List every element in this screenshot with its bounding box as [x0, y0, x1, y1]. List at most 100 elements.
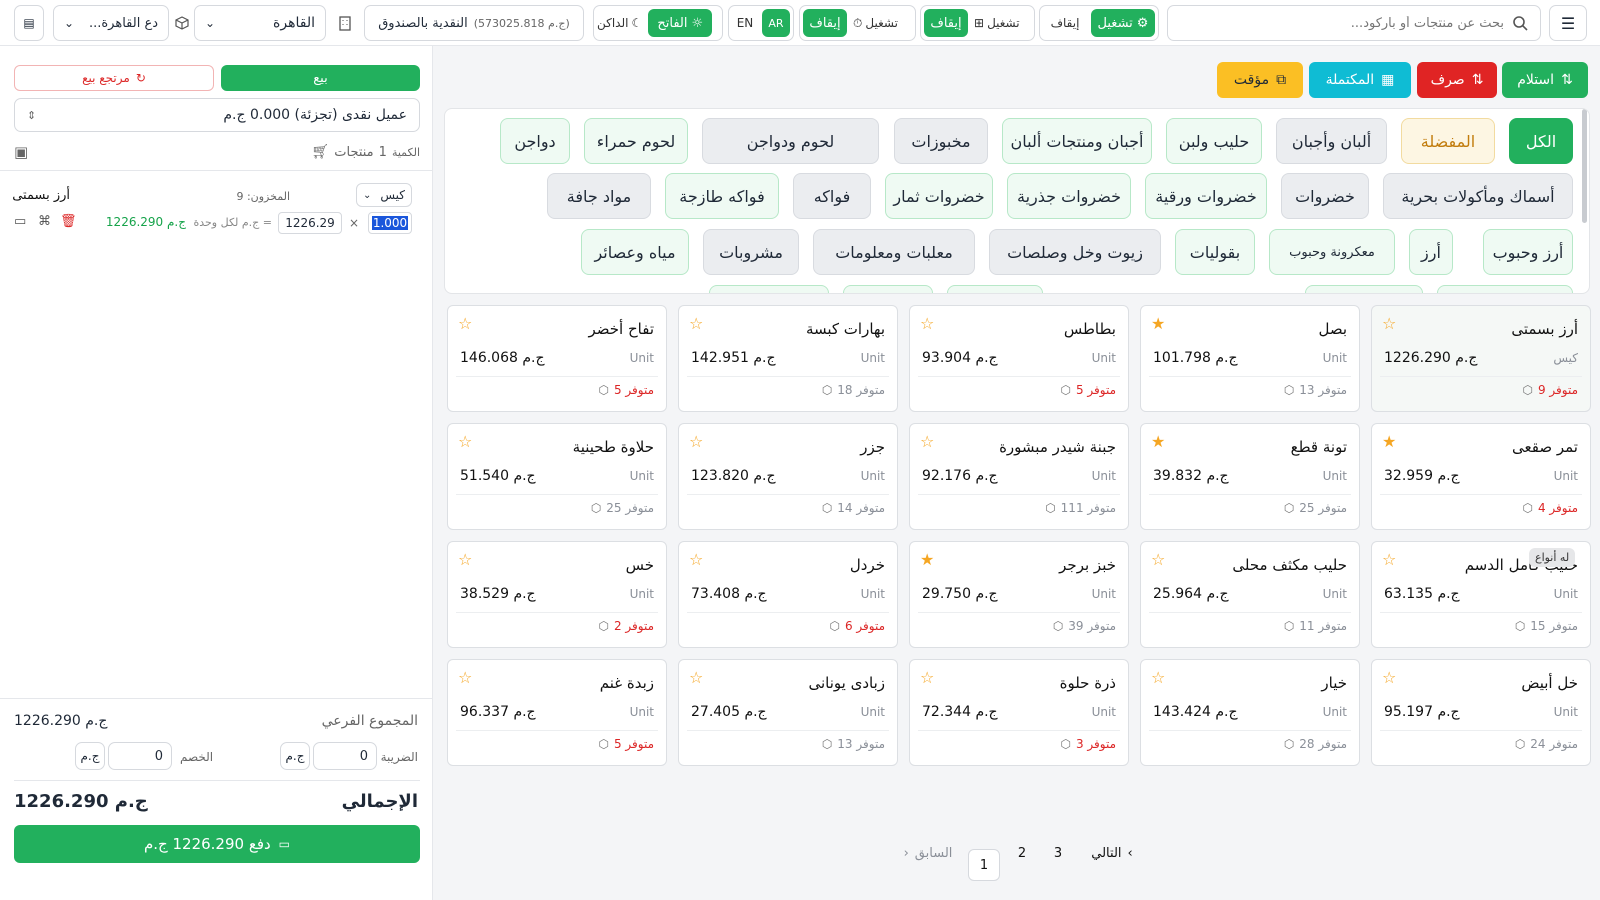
category-chip[interactable]: دواجن [500, 118, 570, 164]
category-chip[interactable]: خضروات جذرية [1007, 173, 1131, 219]
toggle1-on[interactable]: تشغيل ⚙ [1091, 9, 1155, 37]
category-chip[interactable]: بقوليات [1175, 229, 1255, 275]
star-filled-icon[interactable]: ★ [1151, 432, 1165, 451]
note-icon[interactable]: ▭ [14, 214, 26, 229]
star-outline-icon[interactable]: ☆ [689, 432, 703, 451]
product-card[interactable]: بطاطس ☆ Unit 93.904 ج.م ⬡ 5 متوفر [909, 305, 1129, 412]
product-card[interactable]: حليب مكثف محلى ☆ Unit 25.964 ج.م ⬡ 11 متوفر [1140, 541, 1360, 648]
toggle3-on[interactable]: ⏱ تشغيل [853, 16, 898, 31]
product-card[interactable]: خل أبيض ☆ Unit 95.197 ج.م ⬡ 24 متوفر [1371, 659, 1591, 766]
category-chip[interactable] [1437, 285, 1573, 293]
toggle1-off[interactable]: إيقاف [1043, 16, 1087, 30]
delete-icon[interactable]: 🗑︎ [60, 214, 77, 229]
star-filled-icon[interactable]: ★ [920, 550, 934, 569]
lang-ar[interactable]: AR [762, 9, 790, 37]
temp-button[interactable]: مؤقت ⧉ [1217, 62, 1303, 98]
product-card[interactable]: حلاوة طحينية ☆ Unit 51.540 ج.م ⬡ 25 متوفر [447, 423, 667, 530]
return-tab[interactable]: مرتجع بيع ↻ [14, 65, 214, 91]
category-chip[interactable]: لحوم حمراء [584, 118, 688, 164]
product-card[interactable]: بهارات كبسة ☆ Unit 142.951 ج.م ⬡ 18 متوفر [678, 305, 898, 412]
product-card[interactable]: جبنة شيدر مبشورة ☆ Unit 92.176 ج.م ⬡ 111 متوف… [909, 423, 1129, 530]
save-icon[interactable]: ▣ [14, 143, 28, 161]
product-card[interactable]: خيار ☆ Unit 143.424 ج.م ⬡ 28 متوفر [1140, 659, 1360, 766]
star-outline-icon[interactable]: ☆ [458, 668, 472, 687]
category-chip[interactable]: فواكه [793, 173, 871, 219]
category-chip[interactable]: أجبان ومنتجات ألبان [1002, 118, 1152, 164]
category-chip[interactable]: معلبات ومعلومات [813, 229, 975, 275]
category-chip[interactable]: حليب ولبن [1166, 118, 1262, 164]
star-filled-icon[interactable]: ★ [1382, 432, 1396, 451]
star-outline-icon[interactable]: ☆ [458, 314, 472, 333]
discount-input[interactable]: 0 [108, 742, 172, 770]
product-card[interactable]: خس ☆ Unit 38.529 ج.م ⬡ 2 متوفر [447, 541, 667, 648]
category-chip[interactable]: المفضلة [1401, 118, 1495, 164]
search-input[interactable] [1184, 15, 1504, 31]
lang-en[interactable]: EN [732, 16, 758, 30]
theme-dark[interactable]: الداكن ☾ [597, 16, 642, 30]
calculator-button[interactable]: ▤ [14, 5, 44, 41]
category-chip[interactable] [843, 285, 933, 293]
category-scrollbar[interactable] [1582, 109, 1587, 223]
star-outline-icon[interactable]: ☆ [1382, 550, 1396, 569]
category-chip[interactable]: مواد جافة [547, 173, 651, 219]
branch-select[interactable]: ⌄ القاهرة [194, 5, 326, 41]
page-3[interactable]: 3 [1048, 846, 1068, 861]
receive-button[interactable]: استلام ⇅ [1502, 62, 1588, 98]
star-filled-icon[interactable]: ★ [1151, 314, 1165, 333]
pagination-prev[interactable]: › السابق [898, 846, 958, 861]
warehouse-select[interactable]: ⌄ ...دع القاهرة [53, 5, 169, 41]
qty-input[interactable]: 1.000 [368, 212, 412, 234]
discount-currency-select[interactable]: ج.م [75, 742, 105, 770]
category-chip[interactable]: معكرونة وحبوب [1269, 229, 1395, 275]
category-chip[interactable]: الكل [1509, 118, 1573, 164]
product-card[interactable]: أرز بسمتى ☆ كيس 1226.290 ج.م ⬡ 9 متوفر [1371, 305, 1591, 412]
category-chip[interactable]: مخبوزات [894, 118, 988, 164]
category-chip[interactable] [709, 285, 829, 293]
toggle2-on[interactable]: ⊞ تشغيل [974, 16, 1020, 30]
star-outline-icon[interactable]: ☆ [1151, 550, 1165, 569]
theme-light[interactable]: الفاتح ☼ [648, 9, 713, 37]
star-outline-icon[interactable]: ☆ [689, 668, 703, 687]
star-outline-icon[interactable]: ☆ [689, 314, 703, 333]
category-chip[interactable]: لحوم ودواجن [702, 118, 879, 164]
star-outline-icon[interactable]: ☆ [920, 432, 934, 451]
gift-icon[interactable]: ⌘ [38, 214, 51, 229]
product-card[interactable]: تفاح أخضر ☆ Unit 146.068 ج.م ⬡ 5 متوفر [447, 305, 667, 412]
pagination-next[interactable]: التالي ‹ [1087, 846, 1137, 861]
category-chip[interactable]: خضروات ورقية [1145, 173, 1267, 219]
product-card[interactable]: تونة قطع ★ Unit 39.832 ج.م ⬡ 25 متوفر [1140, 423, 1360, 530]
toggle2-off[interactable]: إيقاف [924, 9, 968, 37]
category-chip[interactable]: أرز وحبوب [1483, 229, 1573, 275]
spend-button[interactable]: صرف ⇅ [1417, 62, 1497, 98]
tax-currency-select[interactable]: ج.م [280, 742, 310, 770]
product-card[interactable]: زبادى يونانى ☆ Unit 27.405 ج.م ⬡ 13 متوفر [678, 659, 898, 766]
category-chip[interactable] [1305, 285, 1423, 293]
pay-button[interactable]: دفع 1226.290 ج.م ▭ [14, 825, 420, 863]
page-1-current[interactable]: 1 [968, 849, 1000, 881]
tax-input[interactable]: 0 [313, 742, 377, 770]
star-outline-icon[interactable]: ☆ [458, 550, 472, 569]
completed-button[interactable]: المكتملة ▦ [1309, 62, 1411, 98]
product-card[interactable]: تمر صقعى ★ Unit 32.959 ج.م ⬡ 4 متوفر [1371, 423, 1591, 530]
star-outline-icon[interactable]: ☆ [458, 432, 472, 451]
star-outline-icon[interactable]: ☆ [1382, 314, 1396, 333]
product-card[interactable]: جزر ☆ Unit 123.820 ج.م ⬡ 14 متوفر [678, 423, 898, 530]
product-card[interactable]: خردل ☆ Unit 73.408 ج.م ⬡ 6 متوفر [678, 541, 898, 648]
category-chip[interactable]: فواكه طازجة [665, 173, 779, 219]
unit-price-input[interactable]: 1226.29 [278, 212, 342, 234]
product-card[interactable]: بصل ★ Unit 101.798 ج.م ⬡ 13 متوفر [1140, 305, 1360, 412]
menu-button[interactable]: ☰ [1549, 5, 1587, 41]
unit-select[interactable]: ⌄ كيس [356, 183, 412, 207]
product-card[interactable]: زبدة غنم ☆ Unit 96.337 ج.م ⬡ 5 متوفر [447, 659, 667, 766]
category-chip[interactable]: زيوت وخل وصلصات [989, 229, 1161, 275]
star-outline-icon[interactable]: ☆ [689, 550, 703, 569]
star-outline-icon[interactable]: ☆ [920, 314, 934, 333]
product-card[interactable]: خبز برجر ★ Unit 29.750 ج.م ⬡ 39 متوفر [909, 541, 1129, 648]
category-chip[interactable]: مشروبات [703, 229, 799, 275]
category-chip[interactable]: خضروات ثمار [885, 173, 993, 219]
page-2[interactable]: 2 [1012, 846, 1032, 861]
category-chip[interactable]: خضروات [1281, 173, 1369, 219]
star-outline-icon[interactable]: ☆ [1382, 668, 1396, 687]
sale-tab[interactable]: بيع [221, 65, 420, 91]
category-chip[interactable]: أسماك ومأكولات بحرية [1383, 173, 1573, 219]
